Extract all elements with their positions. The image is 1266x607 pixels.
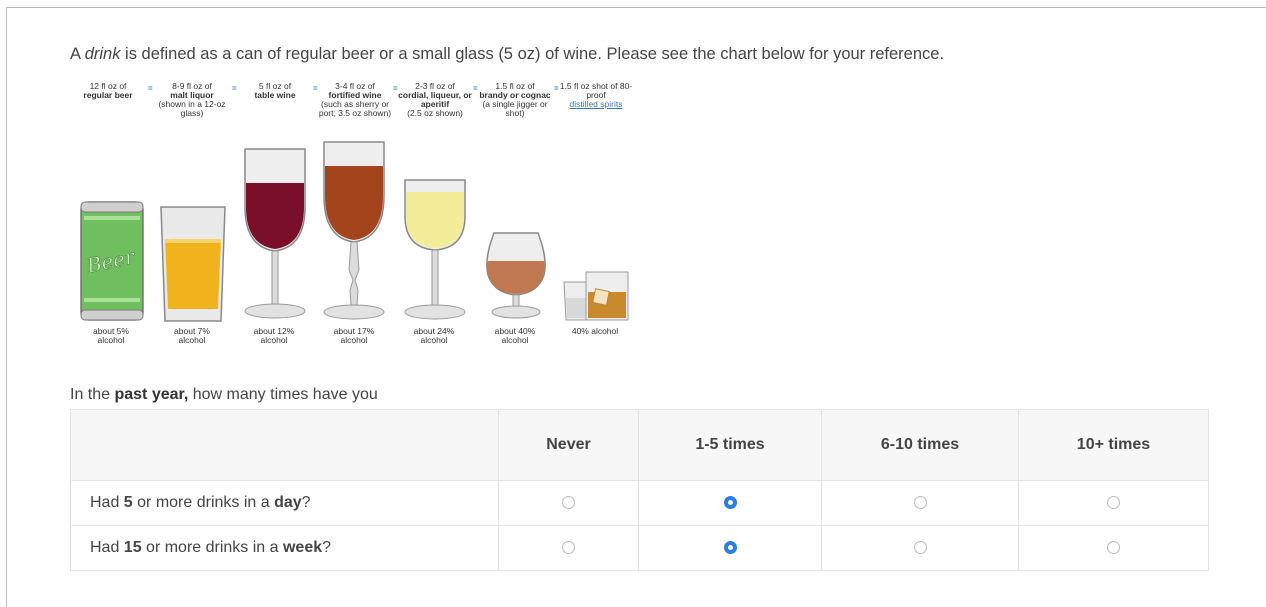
- radio-button[interactable]: [562, 541, 575, 555]
- column-header: 6-10 times: [821, 409, 1019, 481]
- alcohol-percent-cordial: about 24% alcohol: [413, 326, 455, 345]
- radio-button[interactable]: [562, 496, 575, 510]
- matrix-row-week: Had 15 or more drinks in a week?: [70, 525, 1209, 571]
- cordial-glass-icon: [404, 179, 466, 320]
- column-header: Never: [498, 409, 639, 481]
- radio-cell: [498, 525, 639, 571]
- alcohol-percent-malt: about 7% alcohol: [174, 326, 210, 345]
- column-header: 1-5 times: [638, 409, 822, 481]
- drink-caption-spirits: 1.5 fl oz shot of 80-proof distilled spir…: [559, 81, 633, 109]
- radio-cell: [821, 480, 1019, 526]
- row-label: Had 5 or more drinks in a day?: [70, 480, 499, 526]
- radio-button[interactable]: [723, 496, 737, 510]
- equals-sign: =: [232, 84, 237, 93]
- alcohol-percent-beer: about 5% alcohol: [93, 326, 129, 345]
- brandy-glass-icon: [486, 232, 546, 319]
- equals-sign: =: [148, 84, 153, 93]
- drink-caption-malt: 8-9 fl oz of malt liquor (shown in a 12-oz…: [158, 81, 226, 118]
- matrix-corner-cell: [70, 409, 499, 481]
- drink-caption-cordial: 2-3 fl oz of cordial, liqueur, or aperiti…: [398, 81, 472, 118]
- matrix-header-row: Never 1-5 times 6-10 times 10+ times: [70, 409, 1209, 481]
- alcohol-percent-wine: about 12% alcohol: [253, 326, 295, 345]
- radio-cell: [1018, 480, 1209, 526]
- radio-cell: [1018, 525, 1209, 571]
- radio-button[interactable]: [1107, 496, 1120, 510]
- alcohol-percent-fortified: about 17% alcohol: [333, 326, 375, 345]
- row-label: Had 15 or more drinks in a week?: [70, 525, 499, 571]
- radio-cell: [638, 525, 822, 571]
- standard-drink-chart: 12 fl oz of regular beer = 8-9 fl oz of ma…: [70, 80, 640, 355]
- fortified-wine-glass-icon: [323, 141, 385, 320]
- question-text: In the past year, how many times have yo…: [70, 386, 378, 403]
- drink-caption-beer: 12 fl oz of regular beer: [83, 81, 133, 100]
- drink-caption-wine: 5 fl oz of table wine: [254, 81, 296, 100]
- drink-caption-fortified: 3-4 fl oz of fortified wine (such as sherr…: [318, 81, 392, 118]
- radio-button[interactable]: [1107, 541, 1120, 555]
- distilled-spirits-link[interactable]: distilled spirits: [570, 99, 623, 109]
- malt-liquor-glass-icon: [160, 206, 226, 322]
- frequency-matrix: Never 1-5 times 6-10 times 10+ times Had…: [70, 409, 1209, 571]
- column-header: 10+ times: [1018, 409, 1209, 481]
- radio-cell: [498, 480, 639, 526]
- alcohol-percent-brandy: about 40% alcohol: [494, 326, 536, 345]
- radio-cell: [638, 480, 822, 526]
- drink-caption-brandy: 1.5 fl oz of brandy or cognac (a single ji…: [479, 81, 551, 118]
- radio-cell: [821, 525, 1019, 571]
- matrix-row-day: Had 5 or more drinks in a day?: [70, 480, 1209, 526]
- shot-glasses-icon: [563, 271, 629, 321]
- radio-button[interactable]: [723, 541, 737, 555]
- alcohol-percent-spirits: 40% alcohol: [571, 326, 619, 336]
- wine-glass-icon: [244, 148, 306, 319]
- beer-can-icon: Beer: [80, 201, 144, 321]
- radio-button[interactable]: [913, 496, 927, 510]
- intro-text: A drink is defined as a can of regular b…: [70, 45, 945, 63]
- radio-button[interactable]: [913, 541, 927, 555]
